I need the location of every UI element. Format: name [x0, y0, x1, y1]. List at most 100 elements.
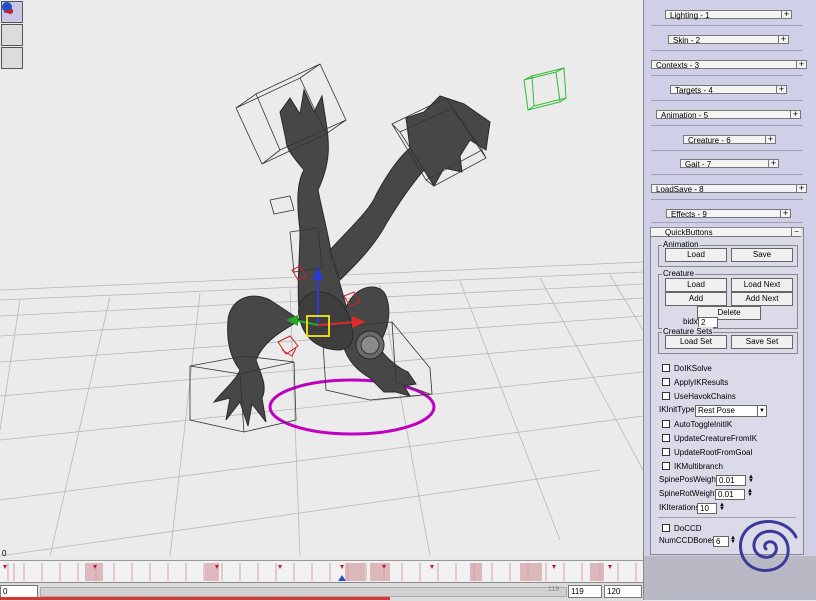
rollout-label: Gait - 7 — [685, 160, 712, 169]
spineposweight-field[interactable]: 0.01 — [716, 475, 746, 486]
rollout-label: Animation - 5 — [661, 111, 709, 120]
spinerotweight-label: SpineRotWeight — [659, 489, 717, 498]
quickbuttons-header[interactable]: QuickButtons − — [651, 227, 801, 237]
current-frame-field[interactable]: 119 — [568, 585, 602, 598]
keyframe-strip — [3, 563, 637, 581]
doiksolve-checkbox[interactable]: DoIKSolve — [662, 364, 712, 373]
timeline-track[interactable] — [0, 560, 643, 583]
ikinittype-label: IKInitType — [659, 405, 695, 414]
expand-icon: + — [796, 60, 806, 69]
checkbox-box[interactable] — [662, 392, 670, 400]
autotoggleinitik-checkbox[interactable]: AutoToggleInitIK — [662, 420, 732, 429]
ikmultibranch-checkbox[interactable]: IKMultibranch — [662, 462, 723, 471]
spinerotweight-spinner[interactable]: ▲ ▼ — [747, 488, 753, 498]
usehavokchains-checkbox[interactable]: UseHavokChains — [662, 392, 736, 401]
rollout-skin[interactable]: Skin - 2 + — [668, 35, 789, 45]
ikiterations-spinner[interactable]: ▲ ▼ — [719, 502, 725, 512]
scene-canvas — [0, 63, 643, 556]
expand-icon: + — [781, 10, 791, 19]
frame-start-label: 0 — [2, 549, 7, 556]
checkbox-label: DoCCD — [674, 524, 702, 533]
creature-add-next-button[interactable]: Add Next — [731, 292, 793, 306]
time-scrubber[interactable] — [40, 587, 567, 597]
spineposweight-label: SpinePosWeight — [659, 475, 718, 484]
rollout-contexts[interactable]: Contexts - 3 + — [651, 60, 807, 70]
checkbox-box[interactable] — [662, 378, 670, 386]
quickbuttons-title: QuickButtons — [665, 228, 713, 237]
bidx-label: bidx — [683, 317, 698, 326]
divider — [651, 199, 803, 200]
divider — [651, 150, 803, 151]
rollout-animation[interactable]: Animation - 5 + — [656, 110, 801, 120]
rollout-label: Skin - 2 — [673, 36, 701, 45]
rollout-label: Targets - 4 — [675, 86, 713, 95]
doccd-checkbox[interactable]: DoCCD — [662, 524, 702, 533]
rollout-targets[interactable]: Targets - 4 + — [670, 85, 787, 95]
rollout-label: Contexts - 3 — [656, 61, 700, 70]
checkbox-box[interactable] — [662, 524, 670, 532]
ikinittype-select[interactable]: Rest Pose ▼ — [695, 405, 767, 417]
rollout-label: Effects - 9 — [671, 210, 707, 219]
checkbox-box[interactable] — [662, 434, 670, 442]
rollout-gait[interactable]: Gait - 7 + — [680, 159, 779, 169]
checkbox-box[interactable] — [662, 420, 670, 428]
sphere-tool-button[interactable] — [1, 2, 23, 69]
ikinittype-value: Rest Pose — [698, 406, 735, 415]
divider — [651, 25, 803, 26]
rollout-label: LoadSave - 8 — [656, 185, 704, 194]
rollout-label: Lighting - 1 — [670, 11, 710, 20]
checkbox-box[interactable] — [662, 462, 670, 470]
ikiterations-field[interactable]: 10 — [697, 503, 717, 514]
applyikresults-checkbox[interactable]: ApplyIKResults — [662, 378, 728, 387]
rollout-creature[interactable]: Creature - 6 + — [683, 135, 776, 145]
checkbox-box[interactable] — [662, 364, 670, 372]
animation-save-button[interactable]: Save — [731, 248, 793, 262]
numccdbones-label: NumCCDBones — [659, 536, 716, 545]
updatecreaturefromik-checkbox[interactable]: UpdateCreatureFromIK — [662, 434, 757, 443]
expand-icon: + — [768, 159, 778, 168]
divider — [651, 100, 803, 101]
checkbox-box[interactable] — [662, 448, 670, 456]
numccdbones-field[interactable]: 6 — [713, 536, 729, 547]
checkbox-label: IKMultibranch — [674, 462, 723, 471]
expand-icon: + — [765, 135, 775, 144]
animation-load-button[interactable]: Load — [665, 248, 727, 262]
chevron-down-icon: ▼ — [757, 406, 766, 416]
checkbox-label: UseHavokChains — [674, 392, 736, 401]
creature-mesh — [212, 88, 491, 427]
expand-icon: + — [780, 209, 790, 218]
3d-viewport[interactable]: 0 — [0, 0, 643, 556]
rollout-lighting[interactable]: Lighting - 1 + — [665, 10, 792, 20]
creature-add-button[interactable]: Add — [665, 292, 727, 306]
checkbox-label: UpdateRootFromGoal — [674, 448, 753, 457]
spineposweight-spinner[interactable]: ▲ ▼ — [748, 474, 754, 484]
paint-tool-button[interactable] — [1, 4, 23, 46]
expand-icon: + — [776, 85, 786, 94]
creature-load-next-button[interactable]: Load Next — [731, 278, 793, 292]
rollout-effects[interactable]: Effects - 9 + — [666, 209, 791, 219]
rollout-loadsave[interactable]: LoadSave - 8 + — [651, 184, 807, 194]
expand-icon: + — [796, 184, 806, 193]
load-set-button[interactable]: Load Set — [665, 335, 727, 349]
collapse-icon: − — [791, 227, 801, 236]
updaterootfromgoal-checkbox[interactable]: UpdateRootFromGoal — [662, 448, 752, 457]
divider — [651, 125, 803, 126]
scrubber-value: 119 — [548, 586, 560, 593]
divider — [651, 50, 803, 51]
divider — [651, 222, 803, 223]
spiral-logo-icon — [739, 520, 798, 572]
expand-icon: + — [778, 35, 788, 44]
end-frame-field[interactable]: 120 — [604, 585, 642, 598]
expand-icon: + — [790, 110, 800, 119]
creature-group-label: Creature — [662, 269, 696, 278]
checkbox-label: ApplyIKResults — [674, 378, 729, 387]
checkbox-label: UpdateCreatureFromIK — [674, 434, 758, 443]
sphere-tool-icon — [2, 2, 13, 13]
spinerotweight-field[interactable]: 0.01 — [715, 489, 745, 500]
save-set-button[interactable]: Save Set — [731, 335, 793, 349]
quickbuttons-rollout: QuickButtons − Animation Load Save Creat… — [650, 227, 804, 555]
creature-load-button[interactable]: Load — [665, 278, 727, 292]
divider — [651, 75, 803, 76]
divider — [651, 174, 803, 175]
toolbox — [1, 1, 23, 69]
